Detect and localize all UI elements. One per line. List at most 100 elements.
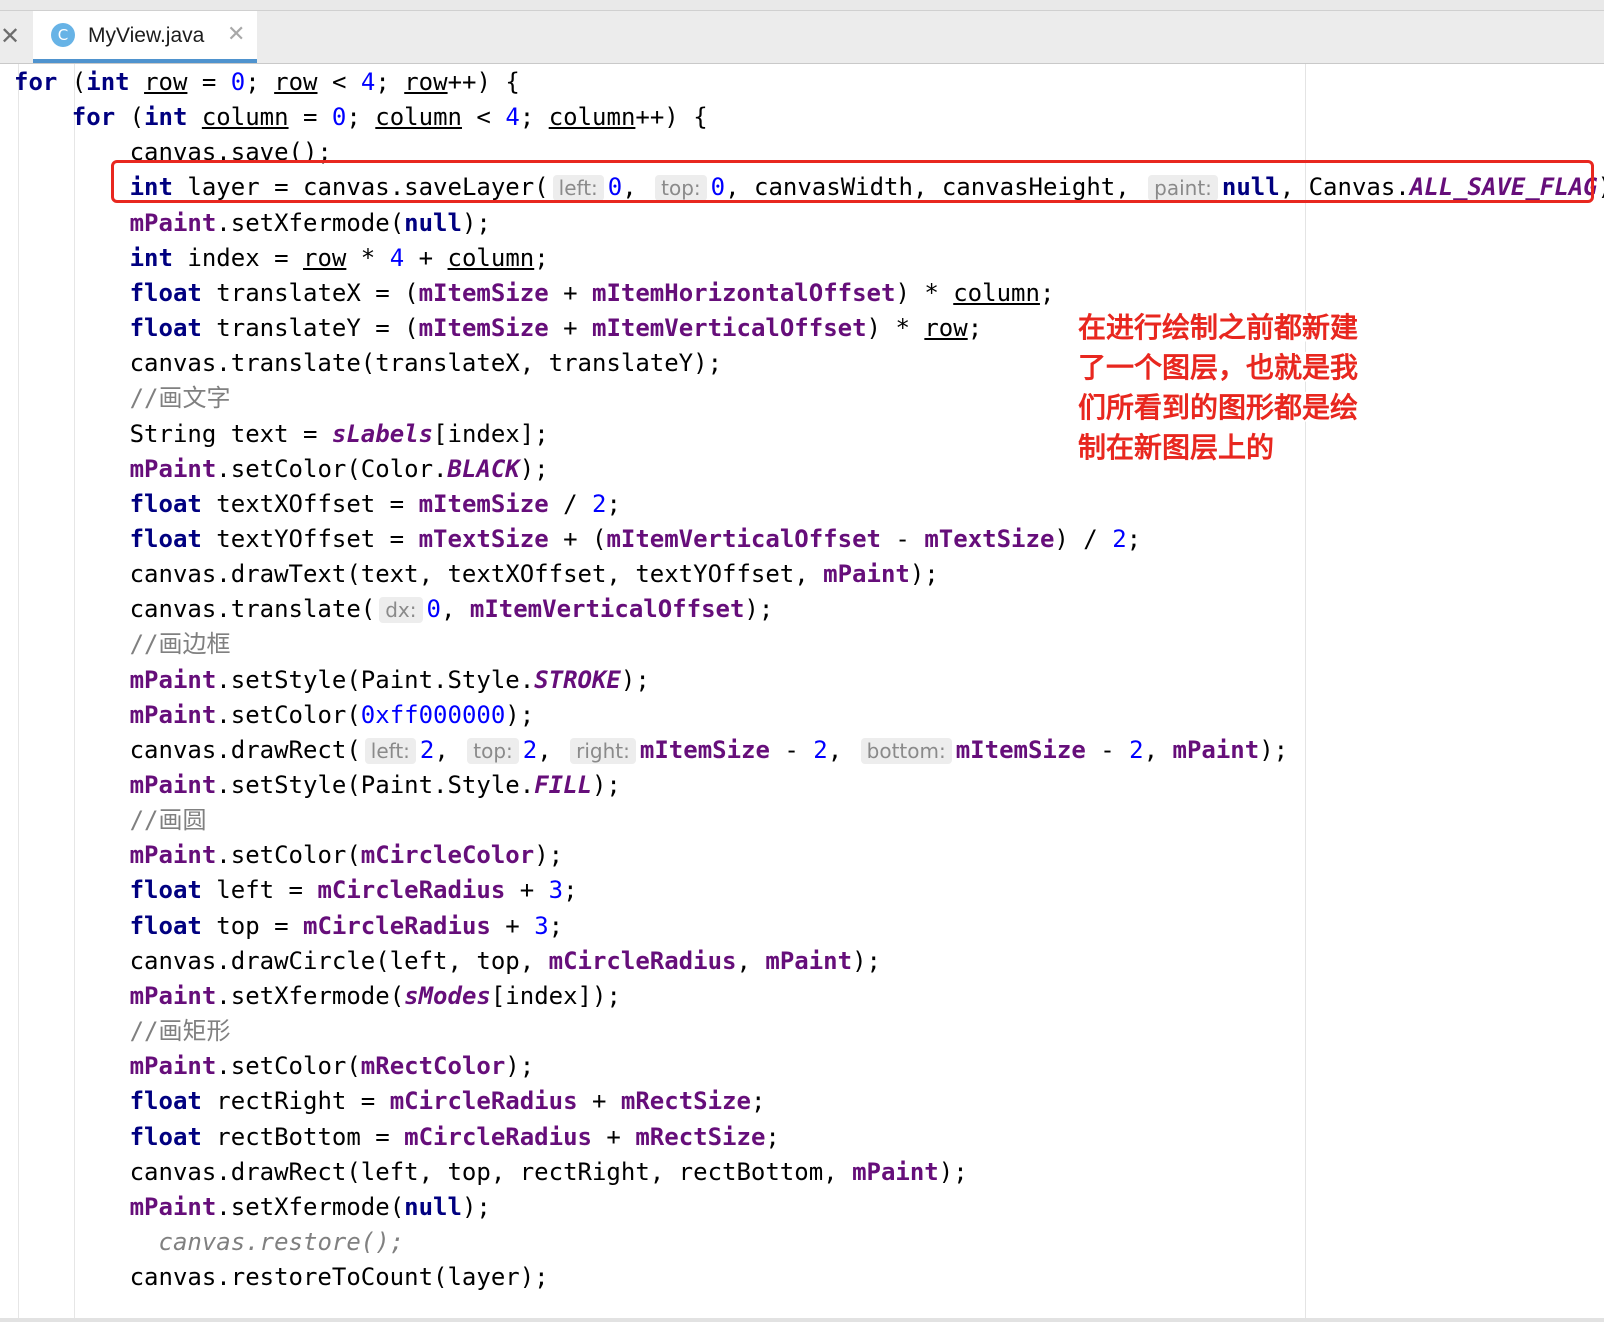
code-token: + bbox=[490, 912, 535, 940]
code-token: ); bbox=[1598, 173, 1604, 201]
code-token: row bbox=[924, 314, 968, 342]
code-token: int bbox=[144, 103, 202, 131]
code-line[interactable]: //画边框 bbox=[14, 626, 231, 662]
code-line[interactable]: for (int column = 0; column < 4; column+… bbox=[14, 99, 708, 135]
code-token: mPaint bbox=[765, 947, 853, 975]
code-line[interactable]: float left = mCircleRadius + 3; bbox=[14, 872, 578, 908]
code-token: ); bbox=[461, 1193, 491, 1221]
parameter-hint: bottom: bbox=[860, 738, 952, 764]
code-token: float bbox=[129, 1087, 202, 1115]
code-token: , bbox=[827, 736, 857, 764]
code-token: 4 bbox=[389, 244, 405, 272]
code-token: 3 bbox=[534, 912, 549, 940]
code-editor[interactable]: for (int row = 0; row < 4; row++) { for … bbox=[0, 64, 1604, 1322]
code-token: mCircleRadius bbox=[404, 1123, 592, 1151]
code-line[interactable]: mPaint.setColor(0xff000000); bbox=[14, 697, 535, 733]
code-token: 2 bbox=[813, 736, 828, 764]
code-token: mPaint bbox=[823, 560, 910, 588]
window-top-strip bbox=[0, 0, 1604, 11]
code-token: 2 bbox=[522, 736, 538, 764]
code-line[interactable]: //画文字 bbox=[14, 380, 231, 416]
code-token: //画圆 bbox=[129, 806, 207, 834]
code-line[interactable]: for (int row = 0; row < 4; row++) { bbox=[14, 64, 520, 100]
code-line[interactable]: canvas.translate(dx: 0, mItemVerticalOffs… bbox=[14, 591, 773, 627]
code-token: 2 bbox=[1129, 736, 1144, 764]
code-token: .setColor( bbox=[216, 841, 361, 869]
close-icon[interactable]: ✕ bbox=[0, 21, 20, 51]
code-token: ); bbox=[938, 1158, 968, 1186]
code-line[interactable]: //画矩形 bbox=[14, 1013, 231, 1049]
code-token: , bbox=[736, 947, 766, 975]
code-token: - bbox=[880, 525, 925, 553]
code-line[interactable]: float rectBottom = mCircleRadius + mRect… bbox=[14, 1119, 780, 1155]
code-line[interactable]: float top = mCircleRadius + 3; bbox=[14, 908, 564, 944]
code-token: ( bbox=[115, 103, 145, 131]
code-token: mPaint bbox=[129, 209, 217, 237]
code-line[interactable]: //画圆 bbox=[14, 802, 207, 838]
code-line[interactable]: mPaint.setColor(mRectColor); bbox=[14, 1048, 535, 1084]
parameter-hint: dx: bbox=[379, 597, 423, 623]
code-token: + bbox=[404, 244, 448, 272]
code-token: mItemSize bbox=[639, 736, 770, 764]
code-line[interactable]: canvas.restore(); bbox=[14, 1224, 405, 1260]
code-token: String text = bbox=[14, 420, 332, 448]
code-line[interactable]: int index = row * 4 + column; bbox=[14, 240, 549, 276]
code-token: + ( bbox=[548, 525, 607, 553]
code-token: * bbox=[346, 244, 390, 272]
code-token: //画文字 bbox=[129, 384, 231, 412]
tab-myview-java[interactable]: C MyView.java ✕ bbox=[33, 11, 257, 63]
code-token: float bbox=[129, 279, 202, 307]
code-line[interactable]: canvas.translate(translateX, translateY)… bbox=[14, 345, 722, 381]
code-line[interactable]: float textYOffset = mTextSize + (mItemVe… bbox=[14, 521, 1142, 557]
code-token: ); bbox=[519, 455, 549, 483]
code-token: 0 bbox=[426, 595, 441, 623]
code-line[interactable]: mPaint.setColor(Color.BLACK); bbox=[14, 451, 549, 487]
code-line[interactable]: mPaint.setXfermode(sModes[index]); bbox=[14, 978, 621, 1014]
code-line[interactable]: mPaint.setColor(mCircleColor); bbox=[14, 837, 564, 873]
code-line[interactable]: mPaint.setXfermode(null); bbox=[14, 1189, 491, 1225]
code-token: mItemVerticalOffset bbox=[469, 595, 745, 623]
code-line[interactable]: canvas.drawRect(left: 2, top: 2, right: mIt… bbox=[14, 732, 1288, 768]
code-token: .setColor( bbox=[216, 1052, 361, 1080]
code-token: mItemVerticalOffset bbox=[606, 525, 881, 553]
tab-close-icon[interactable]: ✕ bbox=[227, 21, 245, 49]
editor-bottom-strip bbox=[0, 1318, 1604, 1322]
code-token: ; bbox=[245, 68, 275, 96]
code-token: row bbox=[303, 244, 347, 272]
code-line[interactable]: float translateY = (mItemSize + mItemVer… bbox=[14, 310, 983, 346]
code-token: + bbox=[591, 1123, 636, 1151]
code-line[interactable]: canvas.drawRect(left, top, rectRight, re… bbox=[14, 1154, 968, 1190]
code-token: column bbox=[548, 103, 636, 131]
code-line[interactable]: mPaint.setXfermode(null); bbox=[14, 205, 491, 241]
code-line[interactable]: canvas.restoreToCount(layer); bbox=[14, 1259, 549, 1295]
code-token: mItemSize bbox=[418, 490, 549, 518]
code-line[interactable]: float translateX = (mItemSize + mItemHor… bbox=[14, 275, 1055, 311]
code-line[interactable]: canvas.drawText(text, textXOffset, textY… bbox=[14, 556, 939, 592]
code-token: mCircleRadius bbox=[303, 912, 491, 940]
code-line[interactable]: float rectRight = mCircleRadius + mRectS… bbox=[14, 1083, 766, 1119]
code-line[interactable]: mPaint.setStyle(Paint.Style.STROKE); bbox=[14, 662, 650, 698]
annotation-line: 在进行绘制之前都新建 bbox=[1078, 311, 1359, 344]
code-token: - bbox=[1085, 736, 1130, 764]
code-token: 4 bbox=[505, 103, 520, 131]
code-token: mTextSize bbox=[418, 525, 549, 553]
code-token: ); bbox=[591, 771, 621, 799]
code-token: mPaint bbox=[129, 771, 217, 799]
code-token: ; bbox=[534, 244, 549, 272]
code-line[interactable]: String text = sLabels[index]; bbox=[14, 416, 549, 452]
code-line[interactable]: mPaint.setStyle(Paint.Style.FILL); bbox=[14, 767, 621, 803]
code-token: ); bbox=[909, 560, 939, 588]
code-token: mItemHorizontalOffset bbox=[592, 279, 896, 307]
code-line[interactable]: canvas.drawCircle(left, top, mCircleRadi… bbox=[14, 943, 881, 979]
code-token: ++) { bbox=[447, 68, 520, 96]
java-class-icon: C bbox=[51, 23, 75, 47]
code-token: , bbox=[1143, 736, 1173, 764]
code-line[interactable]: float textXOffset = mItemSize / 2; bbox=[14, 486, 621, 522]
code-token: , bbox=[537, 736, 567, 764]
